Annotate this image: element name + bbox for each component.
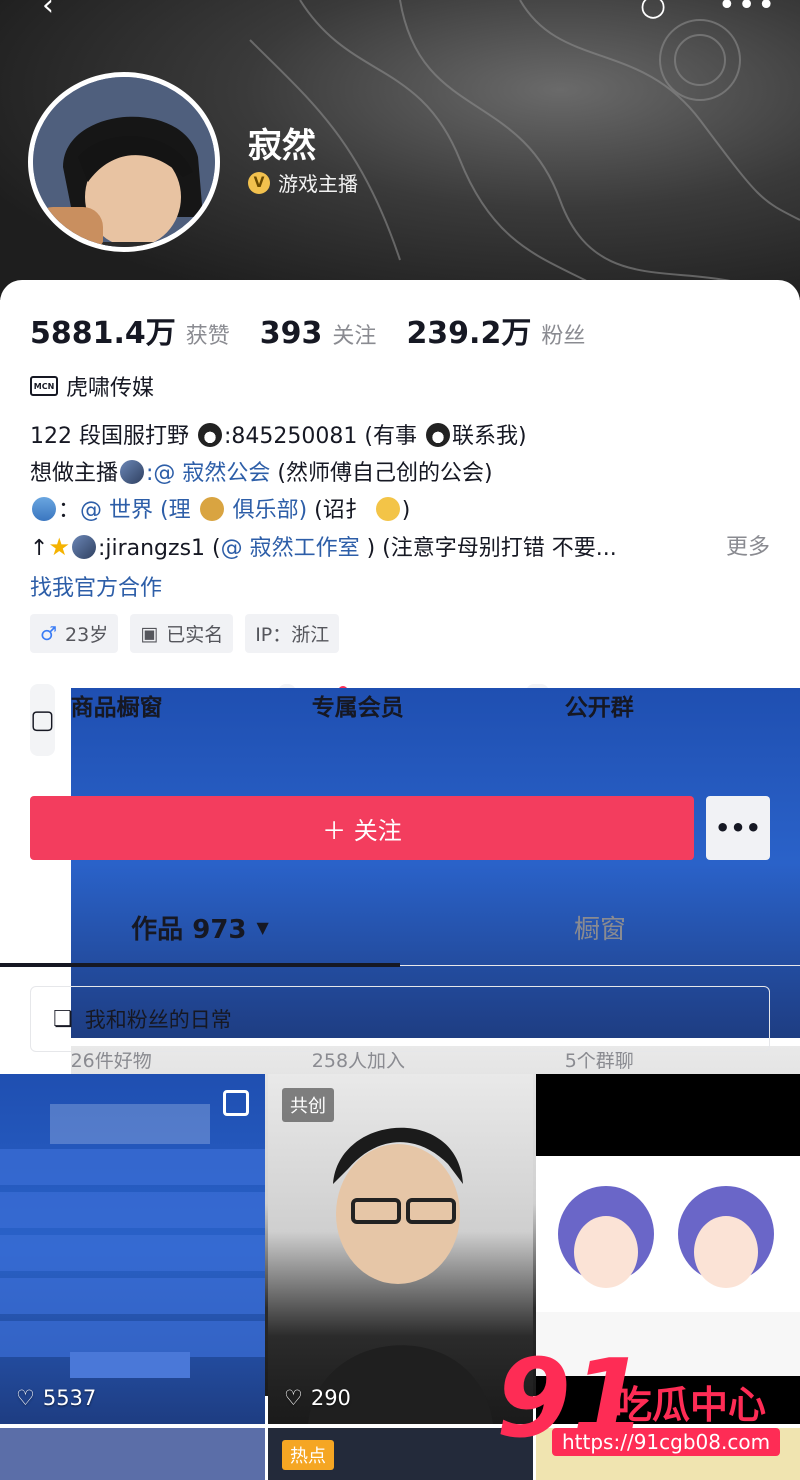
layers-icon: ❏ (53, 1006, 73, 1032)
verification-label: V 游戏主播 (248, 168, 358, 197)
followers-label[interactable]: 粉丝 (541, 318, 585, 350)
mcn-name: 虎啸传媒 (66, 376, 155, 401)
bio-line-2: 想做主播:@ 寂然公会 (然师傅自己创的公会) (30, 460, 493, 486)
id-card-icon: ▣ (140, 622, 159, 645)
mcn-icon: MCN (30, 376, 58, 396)
video-thumbnail[interactable]: 共创 ♡ 290 (268, 1074, 533, 1424)
clap-icon (375, 497, 400, 521)
stats-row: 5881.4万 获赞 393 关注 239.2万 粉丝 (30, 308, 605, 352)
profile-tags: ♂ 23岁 ▣ 已实名 IP：浙江 (30, 614, 340, 653)
satellite-icon (71, 535, 96, 559)
tab-shop-window[interactable]: 橱窗 (400, 890, 800, 965)
bio-line-1: 122 段国服打野 :845250081 (有事 联系我) (30, 423, 527, 449)
content-tabs: 作品 973 ▼ 橱窗 (0, 890, 800, 967)
club-link[interactable]: @ 世界 (理 俱乐部) (80, 497, 307, 523)
money-bag-icon (199, 497, 224, 521)
tab-works[interactable]: 作品 973 ▼ (0, 890, 400, 967)
ip-location-tag: IP：浙江 (245, 614, 340, 653)
bio: 122 段国服打野 :845250081 (有事 联系我) 想做主播:@ 寂然公… (30, 418, 770, 567)
caret-down-icon: ▼ (256, 918, 269, 937)
guild-link[interactable]: :@ 寂然公会 (146, 461, 270, 486)
video-thumbnail[interactable] (0, 1428, 265, 1480)
verified-badge-icon: V (248, 171, 270, 194)
video-thumbnail[interactable]: ♡ 5537 (0, 1074, 265, 1424)
multi-image-icon (223, 1090, 249, 1116)
bio-more-button[interactable]: 更多 (726, 529, 770, 566)
likes-count: 5881.4万 (30, 316, 176, 351)
male-icon: ♂ (40, 622, 58, 645)
co-creation-badge: 共创 (282, 1088, 334, 1122)
followers-count[interactable]: 239.2万 (406, 308, 531, 352)
following-label[interactable]: 关注 (332, 318, 376, 350)
collection-entry[interactable]: ❏ 我和粉丝的日常 (30, 986, 770, 1052)
video-likes: ♡ 290 (284, 1386, 351, 1410)
avatar[interactable] (28, 72, 220, 252)
following-count[interactable]: 393 (260, 316, 323, 351)
more-options-icon[interactable]: ••• (718, 0, 777, 23)
official-cooperation-link[interactable]: 找我官方合作 (30, 570, 162, 602)
real-name-tag: ▣ 已实名 (130, 614, 234, 653)
site-watermark: 91 吃瓜中心 https://91cgb08.com (496, 1346, 796, 1466)
satellite-icon (120, 460, 145, 484)
video-likes: ♡ 5537 (16, 1386, 97, 1410)
profile-card: 5881.4万 获赞 393 关注 239.2万 粉丝 MCN 虎啸传媒 122… (0, 280, 800, 1396)
hot-badge: 热点 (282, 1440, 334, 1470)
star-icon: ★ (48, 533, 70, 561)
heart-icon: ♡ (284, 1386, 303, 1410)
video-thumbnail[interactable]: 热点 (268, 1428, 533, 1480)
back-icon[interactable]: ‹ (42, 0, 54, 23)
penguin-icon (197, 423, 222, 447)
profile-name: 寂然 (248, 126, 316, 166)
bio-line-4: ↑★:jirangzs1 (@ 寂然工作室 ) (注意字母别打错 不要... 更… (30, 529, 770, 567)
search-icon[interactable]: ○ (640, 0, 666, 23)
likes-label: 获赞 (185, 324, 230, 349)
bio-line-3: ：@ 世界 (理 俱乐部) (诏扌 ) (30, 492, 770, 529)
profile-banner: ‹ ○ ••• 寂然 V 游戏主播 (0, 0, 800, 300)
heart-icon: ♡ (16, 1386, 35, 1410)
bowl-icon (32, 497, 56, 521)
mcn-row[interactable]: MCN 虎啸传媒 (30, 370, 154, 402)
follow-button[interactable]: ＋ 关注 (30, 796, 694, 860)
verification-text: 游戏主播 (278, 172, 358, 196)
age-tag: ♂ 23岁 (30, 614, 119, 653)
shopping-bag-icon: ▢ (30, 684, 55, 756)
more-actions-button[interactable]: ••• (706, 796, 770, 860)
studio-link[interactable]: @ 寂然工作室 (221, 536, 360, 561)
penguin-icon (425, 423, 450, 447)
